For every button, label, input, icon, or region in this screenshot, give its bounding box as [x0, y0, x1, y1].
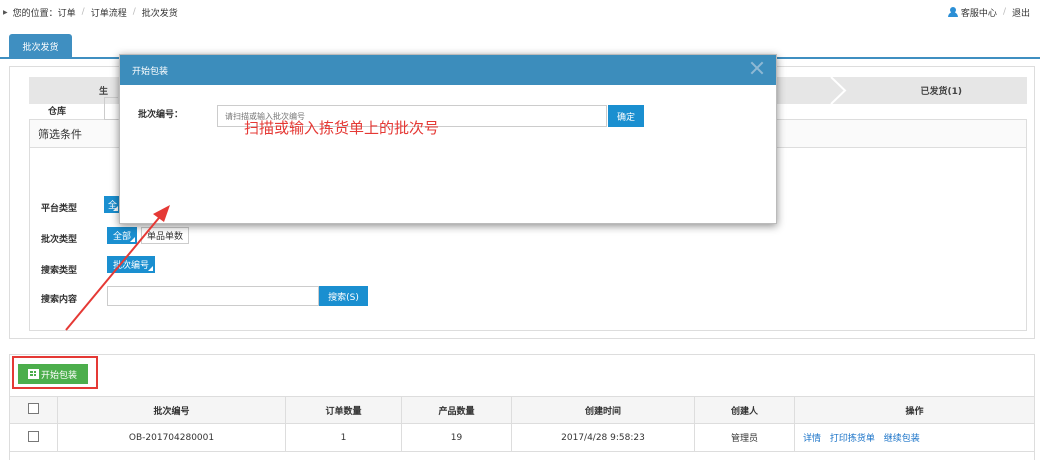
batch-type-label: 批次类型: [41, 235, 78, 245]
select-all-checkbox[interactable]: [28, 403, 39, 414]
close-icon[interactable]: [750, 61, 764, 75]
tab-batch-ship[interactable]: 批次发货: [9, 34, 72, 58]
start-button-highlight: [12, 356, 98, 389]
dialog-title: 开始包装: [132, 66, 169, 77]
print-picklist-link[interactable]: 打印拣货单: [830, 434, 875, 444]
warehouse-label: 仓库: [48, 107, 67, 117]
continue-packing-link[interactable]: 继续包装: [884, 434, 920, 444]
dialog-batch-no-label: 批次编号：: [138, 110, 184, 120]
annotation-text: 扫描或输入拣货单上的批次号: [244, 119, 440, 137]
search-content-input[interactable]: [107, 286, 319, 306]
caret-right-icon: ▶: [3, 8, 8, 16]
cell-batch-no: OB-201704280001: [57, 423, 286, 452]
table-row: OB-201704280001 1 19 2017/4/28 9:58:23 管…: [9, 423, 1035, 452]
dialog-confirm-button[interactable]: 确定: [608, 105, 644, 127]
detail-link[interactable]: 详情: [803, 434, 821, 444]
dialog-header: 开始包装: [120, 55, 776, 85]
step-chevron-icon: [830, 77, 847, 104]
search-type-chip-batch-no[interactable]: 批次编号: [107, 256, 156, 273]
breadcrumb-separator: /: [132, 7, 136, 17]
step-shipped[interactable]: 已发货(1): [921, 84, 963, 97]
col-creator: 创建人: [694, 396, 795, 424]
breadcrumb-item-order[interactable]: 订单: [58, 6, 76, 19]
row-checkbox[interactable]: [28, 430, 39, 442]
col-created-time: 创建时间: [511, 396, 695, 424]
select-all-cell: [9, 396, 58, 424]
search-type-label: 搜索类型: [41, 266, 78, 276]
step-first[interactable]: 生: [99, 84, 108, 97]
start-packing-dialog: 开始包装 批次编号： 确定: [119, 54, 777, 224]
platform-type-label: 平台类型: [41, 204, 78, 214]
table-header-row: 批次编号 订单数量 产品数量 创建时间 创建人 操作: [9, 396, 1035, 424]
cell-order-count: 1: [285, 423, 402, 452]
logout-link[interactable]: 退出: [1012, 6, 1030, 19]
col-order-count: 订单数量: [285, 396, 402, 424]
search-content-label: 搜索内容: [41, 295, 78, 305]
warehouse-select[interactable]: [104, 97, 118, 120]
customer-service-icon: [947, 7, 958, 17]
col-product-count: 产品数量: [401, 396, 512, 424]
breadcrumb-item-batch-ship: 批次发货: [141, 8, 178, 19]
breadcrumb-item-order-flow[interactable]: 订单流程: [91, 6, 127, 19]
row-checkbox-cell: [9, 423, 58, 452]
top-link-separator: /: [1002, 7, 1006, 17]
cell-creator: 管理员: [694, 423, 795, 452]
top-bar: ▶ 您的位置： 订单 / 订单流程 / 批次发货 客服中心 / 退出: [0, 0, 1040, 24]
col-actions: 操作: [794, 396, 1035, 424]
batch-type-chip-single[interactable]: 单品单数: [141, 227, 190, 244]
cell-product-count: 19: [401, 423, 512, 452]
batch-table: 批次编号 订单数量 产品数量 创建时间 创建人 操作 OB-2017042800…: [9, 396, 1035, 452]
cell-created-time: 2017/4/28 9:58:23: [511, 423, 695, 452]
cell-actions: 详情 打印拣货单 继续包装: [794, 423, 1035, 452]
batch-type-chip-all[interactable]: 全部: [107, 227, 138, 244]
breadcrumb-separator: /: [81, 7, 85, 17]
breadcrumb-prefix: 您的位置：: [12, 8, 58, 19]
col-batch-no: 批次编号: [57, 396, 286, 424]
customer-service-link[interactable]: 客服中心: [961, 6, 997, 19]
search-button[interactable]: 搜索(S): [319, 286, 368, 306]
top-links: 客服中心 / 退出: [947, 0, 1030, 24]
platform-chip-all[interactable]: 全: [104, 196, 120, 213]
